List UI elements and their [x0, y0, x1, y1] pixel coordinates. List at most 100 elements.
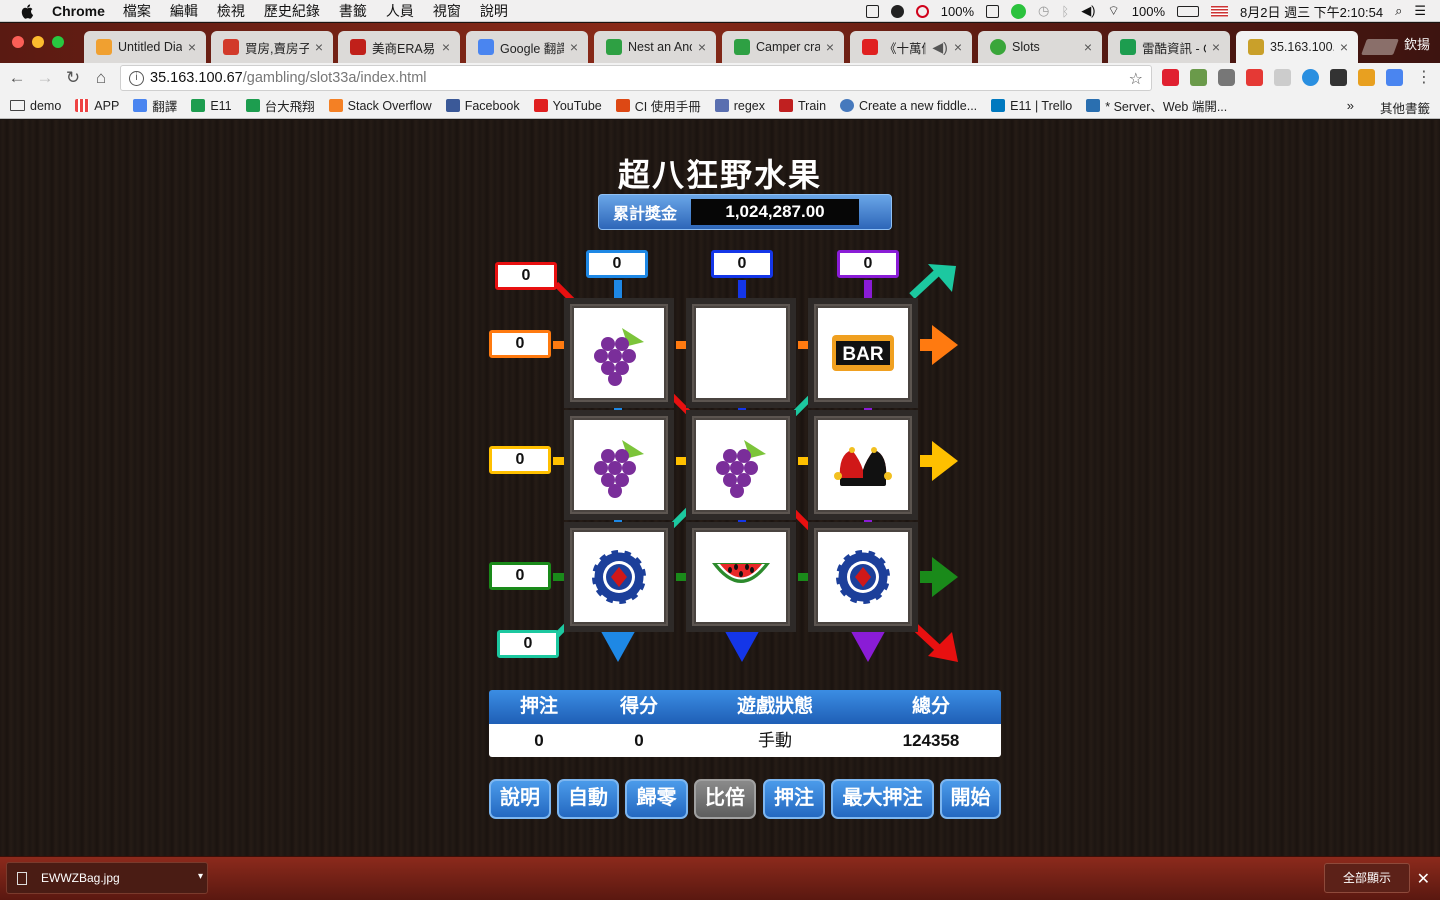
bookmark-other[interactable]: 其他書籤: [1380, 98, 1430, 117]
bet-badge-col1[interactable]: 0: [586, 250, 648, 278]
close-tab-icon[interactable]: ×: [188, 39, 196, 55]
reset-button[interactable]: 歸零: [625, 779, 688, 819]
chevron-down-icon[interactable]: ▾: [198, 871, 203, 882]
close-tab-icon[interactable]: ×: [442, 39, 450, 55]
bookmark-stackoverflow[interactable]: Stack Overflow: [328, 99, 432, 113]
chrome-menu-icon[interactable]: ⋮: [1416, 67, 1432, 87]
screen-icon[interactable]: [865, 4, 879, 18]
bet-badge-row3[interactable]: 0: [489, 562, 551, 590]
tab-4[interactable]: Nest an Anch×: [594, 31, 716, 63]
close-tab-icon[interactable]: ×: [954, 39, 962, 55]
tab-8[interactable]: 雷酷資訊 - G ×: [1108, 31, 1230, 63]
bookmark-facebook[interactable]: Facebook: [445, 99, 520, 113]
bookmark-train[interactable]: Train: [779, 99, 826, 113]
bluetooth-icon[interactable]: ᛒ: [1061, 4, 1069, 19]
bookmark-youtube[interactable]: YouTube: [533, 99, 602, 113]
volume-icon[interactable]: ◀): [1081, 3, 1095, 19]
app-menu[interactable]: Chrome: [52, 3, 105, 19]
bookmark-jsfiddle[interactable]: Create a new fiddle...: [840, 99, 977, 113]
profile-name[interactable]: 欽揚: [1404, 34, 1430, 53]
pocket-icon[interactable]: [1218, 69, 1235, 86]
audio-icon[interactable]: ◀): [932, 39, 947, 56]
home-icon[interactable]: ⌂: [90, 68, 112, 88]
close-tab-icon[interactable]: ×: [1084, 39, 1092, 55]
bookmark-translate[interactable]: 翻譯: [133, 96, 177, 115]
reload-icon[interactable]: ↻: [62, 68, 84, 88]
close-window-button[interactable]: [12, 36, 24, 48]
new-tab-button[interactable]: [1361, 39, 1399, 55]
tab-1[interactable]: 買房,賣房子, ×: [211, 31, 333, 63]
extension-icon-6[interactable]: [1302, 69, 1319, 86]
info-icon[interactable]: i: [129, 70, 144, 86]
extension-icon-1[interactable]: [1162, 69, 1179, 86]
tab-5[interactable]: Camper craz×: [722, 31, 844, 63]
bookmark-demo[interactable]: demo: [10, 99, 61, 113]
apple-icon[interactable]: [20, 3, 36, 19]
close-icon[interactable]: ✕: [1417, 869, 1430, 889]
download-item[interactable]: EWWZBag.jpg ▾: [6, 862, 208, 894]
tab-9-active[interactable]: 35.163.100. ×: [1236, 31, 1358, 63]
menu-help[interactable]: 說明: [480, 1, 508, 21]
close-tab-icon[interactable]: ×: [698, 39, 706, 55]
address-bar[interactable]: i 35.163.100.67/gambling/slot33a/index.h…: [120, 65, 1152, 91]
notification-center-icon[interactable]: ☰: [1414, 3, 1426, 19]
bookmark-ci-manual[interactable]: CI 使用手冊: [615, 96, 701, 115]
tab-6[interactable]: 《十萬個◀)×: [850, 31, 972, 63]
menu-history[interactable]: 歷史紀錄: [264, 1, 320, 21]
bookmark-e11[interactable]: E11: [191, 99, 232, 113]
bookmark-regex[interactable]: regex: [714, 99, 765, 113]
bookmark-ntu[interactable]: 台大飛翔: [245, 96, 315, 115]
bet-badge-col2[interactable]: 0: [711, 250, 773, 278]
css-icon[interactable]: [1274, 69, 1291, 86]
tab-3[interactable]: Google 翻譯 ×: [466, 31, 588, 63]
airplay-icon[interactable]: [986, 4, 1000, 18]
start-button[interactable]: 開始: [940, 779, 1001, 819]
close-tab-icon[interactable]: ×: [315, 39, 323, 55]
battery-icon[interactable]: [1177, 5, 1199, 17]
menu-view[interactable]: 檢視: [217, 1, 245, 21]
extension-icon-8[interactable]: [1358, 69, 1375, 86]
help-button[interactable]: 說明: [489, 779, 551, 819]
istat-icon[interactable]: [915, 4, 929, 18]
double-up-button[interactable]: 比倍: [694, 779, 756, 819]
spotlight-icon[interactable]: ⌕: [1395, 3, 1402, 19]
menu-file[interactable]: 檔案: [123, 1, 151, 21]
close-tab-icon[interactable]: ×: [826, 39, 834, 55]
tab-7[interactable]: Slots ×: [978, 31, 1102, 63]
bookmarks-overflow-icon[interactable]: »: [1347, 98, 1354, 113]
minimize-window-button[interactable]: [32, 36, 44, 48]
bookmark-trello[interactable]: E11 | Trello: [991, 99, 1072, 113]
menu-bookmarks[interactable]: 書籤: [339, 1, 367, 21]
forward-arrow-icon[interactable]: →: [34, 68, 56, 88]
wifi-icon[interactable]: ⌔: [1108, 3, 1120, 19]
clock[interactable]: 8月2日 週三 下午2:10:54: [1240, 2, 1383, 21]
us-flag-icon[interactable]: [1211, 5, 1228, 17]
bet-button[interactable]: 押注: [763, 779, 825, 819]
bet-badge-row2[interactable]: 0: [489, 446, 551, 474]
extension-icon-7[interactable]: [1330, 69, 1347, 86]
tab-2[interactable]: 美商ERA易而×: [338, 31, 460, 63]
bet-badge-diagonal-up[interactable]: 0: [497, 630, 559, 658]
line-app-icon[interactable]: [1011, 3, 1027, 19]
back-arrow-icon[interactable]: ←: [6, 68, 28, 88]
bookmark-star-icon[interactable]: ☆: [1129, 69, 1143, 89]
calendar-icon[interactable]: [1246, 69, 1263, 86]
menu-window[interactable]: 視窗: [433, 1, 461, 21]
bet-badge-col3[interactable]: 0: [837, 250, 899, 278]
dark-circle-icon[interactable]: [890, 4, 904, 18]
show-all-downloads-button[interactable]: 全部顯示: [1324, 863, 1410, 893]
time-machine-icon[interactable]: ◷: [1038, 3, 1049, 19]
close-tab-icon[interactable]: ×: [1212, 39, 1220, 55]
zoom-window-button[interactable]: [52, 36, 64, 48]
auto-button[interactable]: 自動: [557, 779, 619, 819]
google-translate-ext-icon[interactable]: [1386, 69, 1403, 86]
extension-icon-2[interactable]: [1190, 69, 1207, 86]
menu-edit[interactable]: 編輯: [170, 1, 198, 21]
max-bet-button[interactable]: 最大押注: [831, 779, 934, 819]
close-tab-icon[interactable]: ×: [570, 39, 578, 55]
close-tab-icon[interactable]: ×: [1340, 39, 1348, 55]
menu-people[interactable]: 人員: [386, 1, 414, 21]
bookmark-app[interactable]: APP: [75, 99, 119, 113]
tab-0[interactable]: Untitled Diag×: [84, 31, 206, 63]
bookmark-server[interactable]: * Server、Web 端開...: [1086, 96, 1227, 115]
